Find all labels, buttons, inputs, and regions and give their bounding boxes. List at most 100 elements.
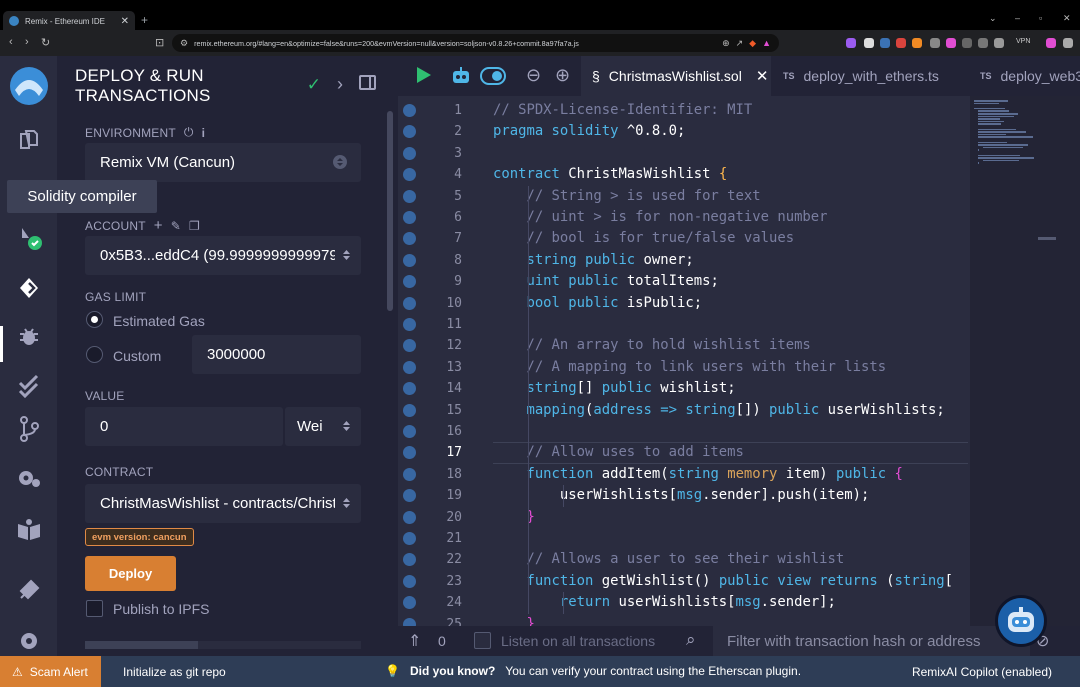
tab-search-icon[interactable]: ⌄ bbox=[989, 13, 997, 24]
autocompile-toggle[interactable] bbox=[480, 67, 506, 90]
code-line[interactable]: 7 // bool is for true/false values bbox=[398, 228, 968, 249]
reload-icon[interactable]: ↻ bbox=[41, 36, 50, 49]
site-settings-icon[interactable]: ⚙ bbox=[180, 38, 188, 49]
git-branch-icon[interactable] bbox=[0, 416, 57, 442]
filter-input[interactable]: Filter with transaction hash or address bbox=[713, 626, 1030, 656]
deploy-run-icon[interactable] bbox=[0, 275, 57, 301]
breakpoint-gutter-icon[interactable] bbox=[403, 617, 416, 626]
breakpoint-gutter-icon[interactable] bbox=[403, 553, 416, 567]
menu-icon[interactable] bbox=[1063, 38, 1073, 48]
breakpoint-gutter-icon[interactable] bbox=[403, 510, 416, 524]
code-line[interactable]: 24 return userWishlists[msg.sender]; bbox=[398, 592, 968, 613]
search-icon[interactable]: ⌕ bbox=[686, 630, 696, 650]
breakpoint-gutter-icon[interactable] bbox=[403, 489, 416, 503]
code-line[interactable]: 18 function addItem(string memory item) … bbox=[398, 464, 968, 485]
code-line[interactable]: 11 bbox=[398, 314, 968, 335]
breakpoint-gutter-icon[interactable] bbox=[403, 275, 416, 289]
panel-scrollbar[interactable] bbox=[387, 111, 393, 311]
plug-icon[interactable]: ⏻ bbox=[184, 125, 194, 140]
solidity-compiler-icon[interactable] bbox=[0, 224, 57, 254]
testing-check-icon[interactable] bbox=[0, 374, 57, 398]
close-tab-icon[interactable]: ✕ bbox=[756, 67, 769, 85]
breakpoint-gutter-icon[interactable] bbox=[403, 189, 416, 203]
close-tab-icon[interactable]: ✕ bbox=[121, 16, 129, 27]
zoom-in-icon[interactable]: ⊕ bbox=[555, 65, 570, 86]
address-bar[interactable]: ⚙ remix.ethereum.org/#lang=en&optimize=f… bbox=[172, 34, 779, 52]
breakpoint-gutter-icon[interactable] bbox=[403, 403, 416, 417]
extension-icon-3[interactable] bbox=[880, 38, 890, 48]
extension-icon-4[interactable] bbox=[896, 38, 906, 48]
breakpoint-gutter-icon[interactable] bbox=[403, 104, 416, 117]
debugger-icon[interactable] bbox=[0, 324, 57, 348]
code-line[interactable]: 5 // String > is used for text bbox=[398, 186, 968, 207]
code-line[interactable]: 9 uint public totalItems; bbox=[398, 271, 968, 292]
code-area[interactable]: 1 // SPDX-License-Identifier: MIT 2 pragma … bbox=[398, 96, 968, 626]
bookmark-icon[interactable]: ⊡ bbox=[155, 36, 164, 49]
code-line[interactable]: 22 // Allows a user to see their wishlis… bbox=[398, 549, 968, 570]
breakpoint-gutter-icon[interactable] bbox=[403, 574, 416, 588]
ai-bot-icon[interactable] bbox=[450, 65, 472, 92]
breakpoint-gutter-icon[interactable] bbox=[403, 253, 416, 267]
restore-icon[interactable]: ▫ bbox=[1039, 13, 1042, 23]
breakpoint-gutter-icon[interactable] bbox=[403, 146, 416, 160]
brave-shield-icon[interactable]: ◆ bbox=[749, 38, 756, 49]
custom-gas-input[interactable]: 3000000 bbox=[192, 335, 361, 374]
back-icon[interactable]: ‹ bbox=[9, 36, 13, 48]
vpn-label[interactable]: VPN bbox=[1016, 38, 1030, 45]
code-line[interactable]: 23 function getWishlist() public view re… bbox=[398, 571, 968, 592]
code-line[interactable]: 12 // An array to hold wishlist items bbox=[398, 335, 968, 356]
learneth-book-icon[interactable] bbox=[0, 518, 57, 542]
metamask-icon[interactable] bbox=[912, 38, 922, 48]
breakpoint-gutter-icon[interactable] bbox=[403, 211, 416, 224]
code-line[interactable]: 6 // uint > is for non-negative number bbox=[398, 207, 968, 228]
extension-puzzle-icon[interactable] bbox=[962, 38, 972, 48]
zoom-out-icon[interactable]: ⊖ bbox=[526, 65, 541, 86]
forward-icon[interactable]: › bbox=[25, 36, 29, 48]
account-select[interactable]: 0x5B3...eddC4 (99.9999999999979 bbox=[85, 236, 361, 275]
breakpoint-gutter-icon[interactable] bbox=[403, 339, 416, 353]
info-icon[interactable]: i bbox=[202, 126, 206, 140]
sidebar-toggle-icon[interactable] bbox=[978, 38, 988, 48]
breakpoint-gutter-icon[interactable] bbox=[403, 425, 416, 438]
new-tab-icon[interactable]: + bbox=[141, 13, 148, 27]
add-account-icon[interactable]: + bbox=[154, 217, 163, 234]
zoom-icon[interactable]: ⊕ bbox=[722, 38, 730, 49]
custom-gas-radio[interactable] bbox=[86, 346, 103, 363]
close-window-icon[interactable]: ✕ bbox=[1063, 13, 1071, 24]
scam-alert[interactable]: ⚠ Scam Alert bbox=[0, 656, 101, 687]
extension-icon-2[interactable] bbox=[864, 38, 874, 48]
tab-deploy-with-ethers[interactable]: TS deploy_with_ethers.ts bbox=[783, 56, 968, 96]
file-explorer-icon[interactable] bbox=[0, 128, 57, 152]
extension-icon-1[interactable] bbox=[846, 38, 856, 48]
code-line[interactable]: 10 bool public isPublic; bbox=[398, 293, 968, 314]
breakpoint-gutter-icon[interactable] bbox=[403, 232, 416, 246]
share-icon[interactable]: ↗ bbox=[736, 38, 744, 49]
environment-select[interactable]: Remix VM (Cancun) bbox=[85, 143, 361, 182]
copilot-status[interactable]: RemixAI Copilot (enabled) bbox=[912, 665, 1052, 679]
git-init-link[interactable]: Initialize as git repo bbox=[123, 665, 226, 679]
brave-menu-icon[interactable] bbox=[1046, 38, 1056, 48]
minimize-icon[interactable]: – bbox=[1015, 13, 1020, 23]
code-line[interactable]: 16 bbox=[398, 421, 968, 442]
code-line[interactable]: 8 string public owner; bbox=[398, 250, 968, 271]
value-input[interactable]: 0 bbox=[85, 407, 283, 446]
wallet-icon[interactable] bbox=[994, 38, 1004, 48]
code-line[interactable]: 17 // Allow uses to add items bbox=[398, 442, 968, 464]
rewards-icon[interactable]: ▲ bbox=[762, 38, 771, 48]
code-line[interactable]: 2 pragma solidity ^0.8.0; bbox=[398, 121, 968, 142]
breakpoint-gutter-icon[interactable] bbox=[403, 467, 416, 481]
breakpoint-gutter-icon[interactable] bbox=[403, 360, 416, 374]
edit-account-icon[interactable]: ✎ bbox=[171, 219, 181, 233]
publish-ipfs-checkbox[interactable] bbox=[86, 600, 103, 617]
code-line[interactable]: 15 mapping(address => string[]) public u… bbox=[398, 400, 968, 421]
code-line[interactable]: 14 string[] public wishlist; bbox=[398, 378, 968, 399]
code-line[interactable]: 13 // A mapping to link users with their… bbox=[398, 357, 968, 378]
breakpoint-gutter-icon[interactable] bbox=[403, 382, 416, 396]
extension-icon-6[interactable] bbox=[930, 38, 940, 48]
breakpoint-gutter-icon[interactable] bbox=[403, 532, 416, 545]
code-line[interactable]: 4 contract ChristMasWishlist { bbox=[398, 164, 968, 185]
code-line[interactable]: 1 // SPDX-License-Identifier: MIT bbox=[398, 100, 968, 121]
contract-select[interactable]: ChristMasWishlist - contracts/ChristMasW… bbox=[85, 484, 361, 523]
settings-gear-icon[interactable] bbox=[0, 630, 57, 652]
browser-tab[interactable]: Remix - Ethereum IDE ✕ bbox=[3, 11, 135, 31]
